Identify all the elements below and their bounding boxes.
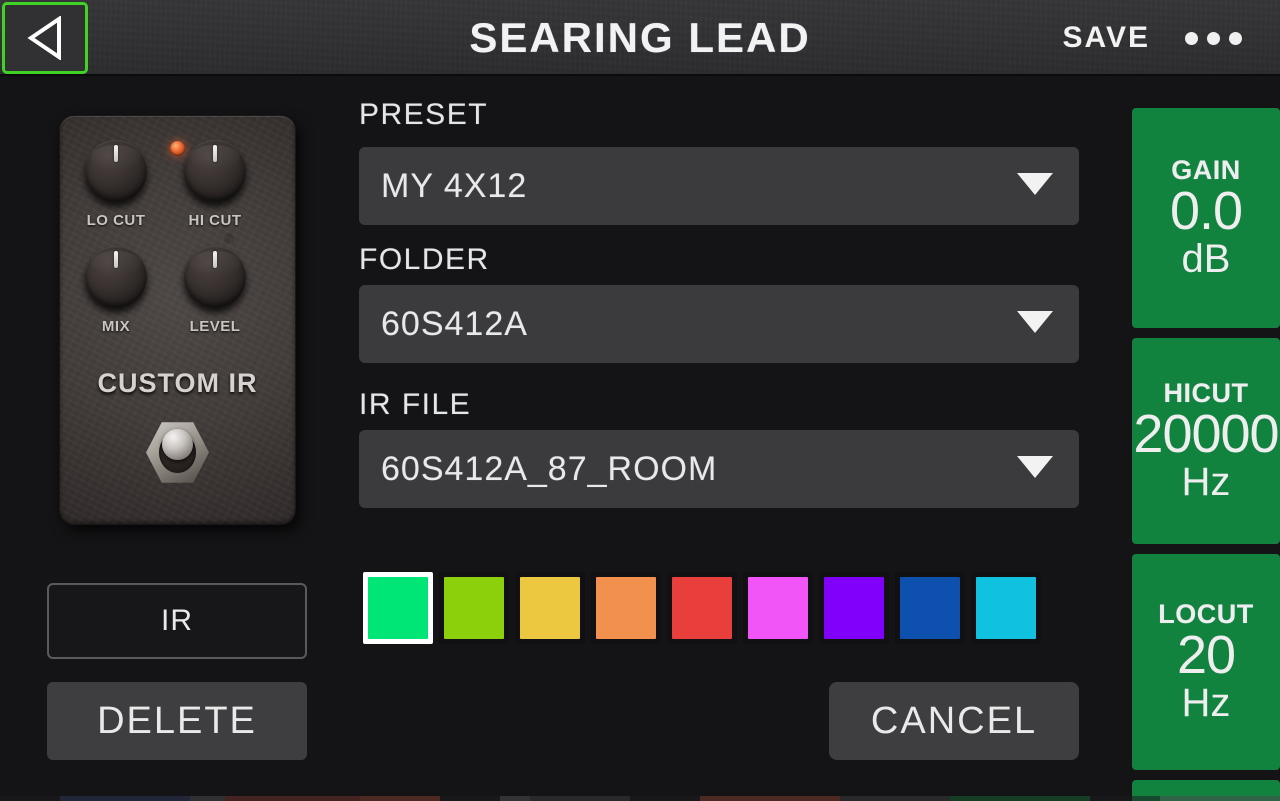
chevron-down-icon [1017, 310, 1053, 338]
param-value-gain: 0.0 [1169, 180, 1243, 241]
knob-label-lo-cut: LO CUT [86, 212, 146, 229]
back-triangle-icon [26, 16, 64, 60]
knob-label-level: LEVEL [189, 318, 241, 335]
chevron-down-icon [1017, 172, 1053, 200]
param-name-hicut: HICUT [1163, 377, 1249, 408]
color-swatch-lime[interactable] [439, 572, 509, 644]
ir-file-label: IR FILE [359, 388, 472, 421]
color-swatch-violet[interactable] [819, 572, 889, 644]
color-swatch-blue[interactable] [895, 572, 965, 644]
knob-mix[interactable] [85, 246, 147, 308]
color-swatch-fill [900, 577, 960, 639]
footswitch-cap [162, 429, 193, 460]
color-swatch-fill [596, 577, 656, 639]
color-swatch-orange[interactable] [591, 572, 661, 644]
save-button[interactable]: SAVE [1063, 0, 1150, 76]
ir-file-dropdown-value: 60S412A_87_ROOM [381, 449, 718, 488]
delete-button[interactable]: DELETE [47, 682, 307, 760]
color-swatch-green[interactable] [363, 572, 433, 644]
cancel-button[interactable]: CANCEL [829, 682, 1079, 760]
parameter-rail: GAIN 0.0 dB HICUT 20000 Hz LOCUT 20 Hz [1132, 108, 1280, 801]
color-swatch-fill [520, 577, 580, 639]
color-swatch-fill [444, 577, 504, 639]
color-swatch-fill [976, 577, 1036, 639]
knob-level[interactable] [184, 246, 246, 308]
ellipsis-icon-dot-2 [1207, 31, 1220, 45]
knob-label-hi-cut: HI CUT [188, 212, 242, 229]
param-tile-hicut[interactable]: HICUT 20000 Hz [1132, 338, 1280, 544]
pedal-led-indicator [170, 141, 185, 156]
preset-dropdown-value: MY 4X12 [381, 166, 528, 205]
param-value-locut: 20 [1176, 624, 1236, 685]
color-swatch-magenta[interactable] [743, 572, 813, 644]
knob-hi-cut[interactable] [184, 140, 246, 202]
ellipsis-icon-dot-1 [1185, 31, 1198, 45]
param-unit-gain: dB [1181, 237, 1231, 282]
color-swatch-cyan[interactable] [971, 572, 1041, 644]
param-unit-hicut: Hz [1181, 460, 1231, 505]
footswitch-icon[interactable] [146, 421, 209, 484]
ir-editor-screen: SEARING LEAD SAVE LO CUT HI CUT MIX LEVE… [0, 0, 1280, 801]
ir-button[interactable]: IR [47, 583, 307, 659]
pedal-name-label: CUSTOM IR [97, 368, 258, 398]
color-swatch-fill [824, 577, 884, 639]
color-swatch-fill [368, 577, 428, 639]
ir-file-dropdown[interactable]: 60S412A_87_ROOM [359, 430, 1079, 508]
chevron-down-icon [1017, 455, 1053, 483]
folder-label: FOLDER [359, 243, 490, 276]
color-swatch-red[interactable] [667, 572, 737, 644]
param-tile-gain[interactable]: GAIN 0.0 dB [1132, 108, 1280, 328]
param-tile-locut[interactable]: LOCUT 20 Hz [1132, 554, 1280, 770]
offscreen-toolbar-sliver [0, 796, 1280, 801]
color-swatch-yellow[interactable] [515, 572, 585, 644]
param-name-gain: GAIN [1171, 154, 1241, 185]
knob-lo-cut[interactable] [85, 140, 147, 202]
app-header: SEARING LEAD SAVE [0, 0, 1280, 76]
pedal-graphic: LO CUT HI CUT MIX LEVEL CUSTOM IR [60, 116, 295, 524]
param-name-locut: LOCUT [1158, 598, 1254, 629]
more-options-button[interactable] [1185, 0, 1242, 76]
param-unit-locut: Hz [1181, 681, 1231, 726]
folder-dropdown[interactable]: 60S412A [359, 285, 1079, 363]
color-swatch-row [363, 572, 1079, 644]
param-value-hicut: 20000 [1133, 403, 1279, 464]
color-swatch-fill [748, 577, 808, 639]
folder-dropdown-value: 60S412A [381, 304, 528, 343]
ellipsis-icon-dot-3 [1229, 31, 1242, 45]
preset-dropdown[interactable]: MY 4X12 [359, 147, 1079, 225]
color-swatch-fill [672, 577, 732, 639]
knob-label-mix: MIX [101, 318, 131, 335]
back-button[interactable] [2, 2, 88, 74]
preset-label: PRESET [359, 98, 489, 131]
